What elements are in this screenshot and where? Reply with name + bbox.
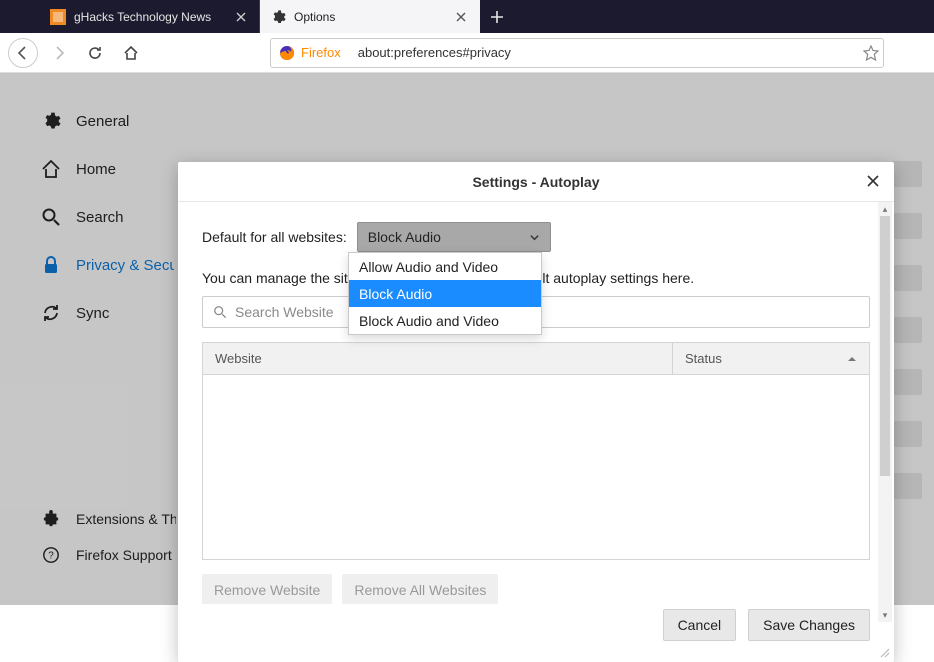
select-value: Block Audio	[368, 229, 441, 245]
modal-header: Settings - Autoplay	[178, 162, 894, 202]
identity-label: Firefox	[301, 45, 341, 60]
back-button[interactable]	[8, 38, 38, 68]
default-row: Default for all websites: Block Audio	[202, 222, 870, 252]
table-header: Website Status	[203, 343, 869, 375]
option-allow-audio-video[interactable]: Allow Audio and Video	[349, 253, 541, 280]
remove-buttons-row: Remove Website Remove All Websites	[202, 574, 870, 604]
option-block-audio-video[interactable]: Block Audio and Video	[349, 307, 541, 334]
option-block-audio[interactable]: Block Audio	[349, 280, 541, 307]
cancel-button[interactable]: Cancel	[663, 609, 737, 641]
scroll-up-icon[interactable]: ▴	[878, 202, 892, 216]
resize-grip[interactable]	[878, 646, 890, 658]
preferences-page: General Home Search Privacy & Security S…	[0, 73, 934, 605]
modal-title: Settings - Autoplay	[472, 174, 599, 190]
chevron-down-icon	[529, 232, 540, 243]
favicon-ghacks	[50, 9, 66, 25]
tab-label: Options	[294, 10, 445, 24]
default-select-options: Allow Audio and Video Block Audio Block …	[348, 252, 542, 335]
firefox-icon	[279, 45, 295, 61]
nav-toolbar: Firefox about:preferences#privacy	[0, 33, 934, 73]
save-changes-button[interactable]: Save Changes	[748, 609, 870, 641]
url-text: about:preferences#privacy	[352, 45, 859, 60]
tab-ghacks[interactable]: gHacks Technology News	[40, 0, 260, 33]
remove-all-websites-button[interactable]: Remove All Websites	[342, 574, 498, 604]
titlebar: gHacks Technology News Options	[0, 0, 934, 33]
column-status[interactable]: Status	[673, 343, 869, 374]
remove-website-button[interactable]: Remove Website	[202, 574, 332, 604]
scroll-down-icon[interactable]: ▾	[878, 608, 892, 622]
titlebar-spacer	[0, 0, 40, 33]
modal-scrollbar[interactable]: ▴ ▾	[878, 202, 892, 622]
modal-body: Default for all websites: Block Audio Yo…	[178, 202, 894, 604]
default-label: Default for all websites:	[202, 229, 347, 245]
new-tab-button[interactable]	[480, 0, 514, 33]
autoplay-settings-modal: Settings - Autoplay Default for all webs…	[178, 162, 894, 662]
gear-icon	[270, 9, 286, 25]
modal-footer: Cancel Save Changes	[178, 604, 894, 662]
bookmark-star-icon[interactable]	[859, 45, 883, 61]
tab-options[interactable]: Options	[260, 0, 480, 33]
column-website[interactable]: Website	[203, 343, 673, 374]
url-bar[interactable]: Firefox about:preferences#privacy	[270, 38, 884, 68]
home-button[interactable]	[116, 38, 146, 68]
sort-up-icon	[847, 354, 857, 364]
default-select[interactable]: Block Audio	[357, 222, 551, 252]
close-icon[interactable]	[453, 9, 469, 25]
scrollbar-thumb[interactable]	[880, 216, 890, 476]
modal-close-button[interactable]	[862, 170, 884, 192]
forward-button[interactable]	[44, 38, 74, 68]
exceptions-table: Website Status	[202, 342, 870, 560]
reload-button[interactable]	[80, 38, 110, 68]
search-icon	[213, 305, 227, 319]
identity-box[interactable]: Firefox	[271, 39, 352, 67]
close-icon[interactable]	[233, 9, 249, 25]
tab-label: gHacks Technology News	[74, 10, 225, 24]
search-input[interactable]	[235, 304, 859, 320]
